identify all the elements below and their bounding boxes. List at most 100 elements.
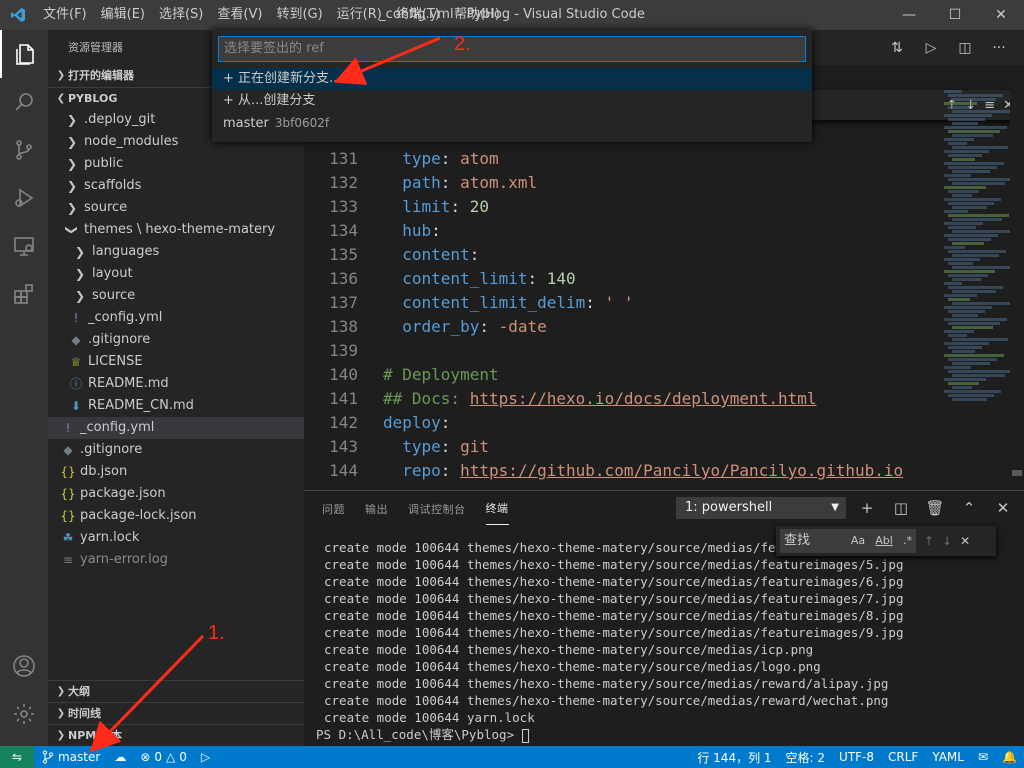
prompt-text: PS D:\All_code\博客\Pyblog> bbox=[316, 727, 522, 742]
close-panel-icon[interactable]: ✕ bbox=[992, 497, 1014, 519]
language-mode[interactable]: YAML bbox=[925, 750, 971, 764]
tree-item[interactable]: ⬇ README_CN.md bbox=[48, 395, 304, 417]
maximize-icon[interactable]: ☐ bbox=[932, 0, 978, 30]
search-icon[interactable] bbox=[0, 78, 48, 126]
match-whole-word-icon[interactable]: Abl bbox=[875, 534, 893, 547]
next-match-icon[interactable]: ↓ bbox=[942, 534, 952, 548]
play-icon: ▷ bbox=[200, 750, 211, 764]
match-case-icon[interactable]: Aa bbox=[851, 534, 865, 547]
tree-item-label: yarn-error.log bbox=[80, 552, 168, 567]
panel-tab[interactable]: 终端 bbox=[485, 492, 509, 525]
terminal-output[interactable]: create mode 100644 themes/hexo-theme-mat… bbox=[316, 539, 903, 743]
split-editor-icon[interactable]: ◫ bbox=[948, 30, 982, 65]
tree-item[interactable]: ! _config.yml bbox=[48, 307, 304, 329]
indentation[interactable]: 空格: 2 bbox=[779, 749, 833, 766]
remote-indicator[interactable]: ⇋ bbox=[0, 746, 34, 768]
code-token: content_limit_delim bbox=[383, 293, 586, 312]
menu-item[interactable]: 查看(V) bbox=[210, 0, 269, 30]
line-content: repo: https://github.com/Pancilyo/Pancil… bbox=[358, 459, 903, 483]
minimize-icon[interactable]: — bbox=[886, 0, 932, 30]
use-regex-icon[interactable]: .* bbox=[903, 534, 912, 547]
sync-changes[interactable]: ☁ bbox=[107, 750, 133, 764]
accounts-icon[interactable] bbox=[0, 642, 48, 690]
menu-item[interactable]: 文件(F) bbox=[36, 0, 94, 30]
tree-item[interactable]: ❯ public bbox=[48, 153, 304, 175]
new-terminal-icon[interactable]: + bbox=[856, 497, 878, 519]
tree-item[interactable]: {} db.json bbox=[48, 461, 304, 483]
outline-section[interactable]: ❯ 大纲 bbox=[48, 680, 304, 702]
explorer-icon[interactable] bbox=[0, 30, 48, 78]
minimap-line bbox=[948, 334, 967, 337]
code-token: # Deployment bbox=[383, 365, 499, 384]
vscode-logo-icon bbox=[0, 0, 36, 30]
close-icon[interactable]: ✕ bbox=[960, 534, 970, 548]
chevron-right-icon: ❯ bbox=[66, 179, 78, 193]
menu-item[interactable]: 运行(R) bbox=[330, 0, 389, 30]
chevron-right-icon: ❯ bbox=[74, 245, 86, 259]
tree-item[interactable]: {} package.json bbox=[48, 483, 304, 505]
tree-item[interactable]: ◆ .gitignore bbox=[48, 439, 304, 461]
panel-tab[interactable]: 问题 bbox=[322, 493, 345, 525]
panel-tab[interactable]: 调试控制台 bbox=[408, 493, 466, 525]
split-terminal-icon[interactable]: ◫ bbox=[890, 497, 912, 519]
run-debug-icon[interactable] bbox=[0, 174, 48, 222]
terminal-select[interactable]: 1: powershell ▼ bbox=[676, 497, 846, 519]
editor-scrollbar[interactable] bbox=[1010, 65, 1024, 490]
line-content: type: atom bbox=[358, 147, 498, 171]
tree-item[interactable]: {} package-lock.json bbox=[48, 505, 304, 527]
npm-scripts-section[interactable]: ❯ NPM 脚本 bbox=[48, 724, 304, 746]
tree-item[interactable]: ≡ yarn-error.log bbox=[48, 549, 304, 571]
minimap[interactable] bbox=[944, 90, 1010, 410]
tree-item[interactable]: ❯ scaffolds bbox=[48, 175, 304, 197]
timeline-section[interactable]: ❯ 时间线 bbox=[48, 702, 304, 724]
menu-item[interactable]: 选择(S) bbox=[152, 0, 210, 30]
menu-item[interactable]: 帮助(H) bbox=[447, 0, 507, 30]
terminal-find-input[interactable]: 查找 Aa Abl .* bbox=[780, 529, 916, 553]
tree-item[interactable]: ❯ source bbox=[48, 285, 304, 307]
tree-item[interactable]: ❯ source bbox=[48, 197, 304, 219]
menu-item[interactable]: 编辑(E) bbox=[94, 0, 152, 30]
notifications-bell-icon[interactable]: 🔔 bbox=[995, 750, 1024, 764]
quick-pick-input[interactable]: 选择要签出的 ref bbox=[218, 36, 806, 62]
code-token: atom.xml bbox=[460, 173, 538, 192]
tree-item[interactable]: ♕ LICENSE bbox=[48, 351, 304, 373]
minimap-line bbox=[948, 382, 979, 385]
minimap-line bbox=[944, 102, 977, 105]
more-actions-icon[interactable]: ··· bbox=[982, 30, 1016, 65]
settings-gear-icon[interactable] bbox=[0, 690, 48, 738]
cursor-position[interactable]: 行 144，列 1 bbox=[690, 749, 778, 766]
scrollbar-thumb[interactable] bbox=[1012, 470, 1022, 476]
run-task-indicator[interactable]: ▷ bbox=[194, 750, 217, 764]
extensions-icon[interactable] bbox=[0, 270, 48, 318]
menu-item[interactable]: 终端(T) bbox=[389, 0, 447, 30]
maximize-panel-icon[interactable]: ⌃ bbox=[958, 497, 980, 519]
tree-item[interactable]: ☘ yarn.lock bbox=[48, 527, 304, 549]
close-icon[interactable]: ✕ bbox=[978, 0, 1024, 30]
compare-changes-icon[interactable]: ⇅ bbox=[880, 30, 914, 65]
encoding[interactable]: UTF-8 bbox=[832, 750, 881, 764]
code-editor[interactable]: 131 type: atom 132 path: atom.xml 133 limi… bbox=[304, 147, 944, 483]
problems-indicator[interactable]: ⊗ 0 △ 0 bbox=[133, 750, 194, 764]
menu-item[interactable]: 转到(G) bbox=[269, 0, 329, 30]
previous-match-icon[interactable]: ↑ bbox=[924, 534, 934, 548]
tree-item[interactable]: ⓘ README.md bbox=[48, 373, 304, 395]
tree-item[interactable]: ❯ languages bbox=[48, 241, 304, 263]
minimap-line bbox=[952, 362, 990, 365]
tree-item[interactable]: ! _config.yml bbox=[48, 417, 304, 439]
quick-pick-item[interactable]: master 3bf0602f bbox=[212, 112, 812, 134]
tree-item[interactable]: ◆ .gitignore bbox=[48, 329, 304, 351]
end-of-line[interactable]: CRLF bbox=[881, 750, 925, 764]
quick-pick-item[interactable]: + 从...创建分支 bbox=[212, 90, 812, 112]
remote-explorer-icon[interactable] bbox=[0, 222, 48, 270]
branch-indicator[interactable]: master bbox=[34, 750, 107, 764]
quick-pick-item[interactable]: + 正在创建新分支... bbox=[212, 68, 812, 90]
kill-terminal-icon[interactable]: 🗑 bbox=[924, 497, 946, 519]
tree-item[interactable]: ❯ themes \ hexo-theme-matery bbox=[48, 219, 304, 241]
panel-tab[interactable]: 输出 bbox=[365, 493, 388, 525]
feedback-icon[interactable]: ✉ bbox=[971, 750, 995, 764]
run-icon[interactable]: ▷ bbox=[914, 30, 948, 65]
tree-item-label: package.json bbox=[80, 486, 166, 501]
log-file-icon: ≡ bbox=[62, 553, 74, 567]
source-control-icon[interactable] bbox=[0, 126, 48, 174]
tree-item[interactable]: ❯ layout bbox=[48, 263, 304, 285]
